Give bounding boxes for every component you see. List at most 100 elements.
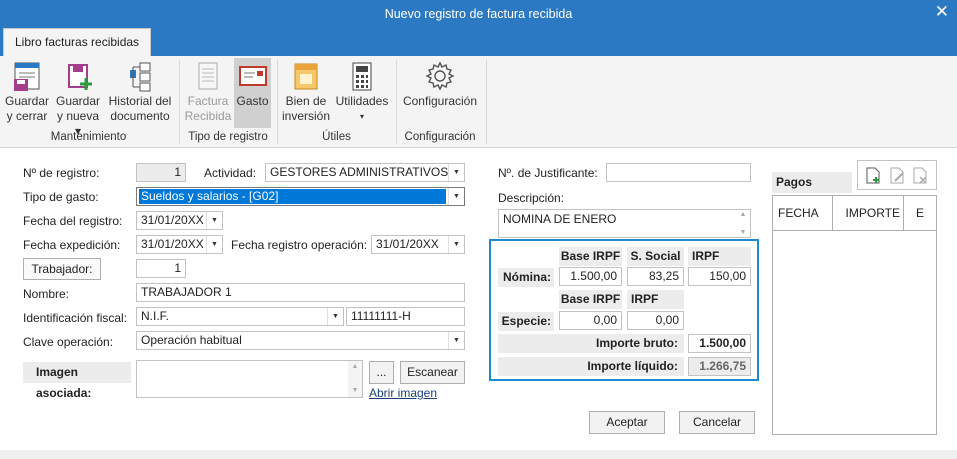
expense-icon [234, 58, 271, 94]
expense-button[interactable]: Gasto [234, 58, 271, 128]
nombre-label: Nombre: [23, 287, 70, 301]
nomina-label: Nómina: [498, 268, 554, 287]
group-mantenimiento: Mantenimiento [50, 131, 127, 143]
especie-header-base: Base IRPF [559, 290, 622, 309]
calculator-icon [334, 58, 390, 94]
delete-document-icon[interactable] [913, 167, 928, 187]
descripcion-field[interactable]: NOMINA DE ENERO ▲ ▼ [498, 209, 751, 238]
importe-liquido-field: 1.266,75 [688, 357, 751, 376]
fecha-expedicion-field[interactable]: 31/01/20XX ▼ [136, 235, 223, 254]
fecha-registro-value: 31/01/20XX [141, 213, 204, 227]
chevron-down-icon[interactable]: ▼ [327, 308, 343, 325]
pagos-title: Pagos [772, 172, 852, 193]
descripcion-value: NOMINA DE ENERO [503, 212, 617, 226]
asset-icon [281, 58, 331, 94]
gear-icon [400, 58, 480, 94]
pagos-col-fecha[interactable]: FECHA [773, 196, 833, 231]
save-new-line1: Guardar [55, 94, 101, 108]
identificacion-type-value: N.I.F. [141, 309, 170, 323]
nombre-field[interactable]: TRABAJADOR 1 [136, 283, 465, 302]
justificante-field[interactable] [606, 163, 751, 182]
chevron-down-icon[interactable]: ▼ [448, 188, 464, 205]
especie-base-irpf-field[interactable]: 0,00 [559, 311, 622, 330]
clave-label: Clave operación: [23, 335, 114, 349]
actividad-label: Actividad: [204, 166, 257, 180]
identificacion-type-select[interactable]: N.I.F. ▼ [136, 307, 344, 326]
save-close-icon [2, 58, 52, 94]
registro-label: Nº de registro: [23, 166, 100, 180]
ribbon: Guardar y cerrar Guardar y nueva ▾ Histo… [0, 56, 957, 148]
fecha-registro-field[interactable]: 31/01/20XX ▼ [136, 211, 223, 230]
group-divider [486, 60, 487, 144]
identificacion-field[interactable]: 11111111-H [346, 307, 465, 326]
history-button[interactable]: Historial del documento [105, 58, 175, 124]
status-bar [0, 450, 957, 459]
pagos-table[interactable]: FECHA IMPORTE E [772, 195, 937, 435]
chevron-down-icon[interactable]: ▼ [206, 236, 222, 253]
fecha-reg-operacion-value: 31/01/20XX [376, 237, 439, 251]
imagen-label: Imagen asociada: [23, 362, 131, 400]
pagos-col-e[interactable]: E [904, 196, 936, 231]
save-new-button[interactable]: Guardar y nueva ▾ [54, 58, 102, 138]
accept-button[interactable]: Aceptar [589, 411, 665, 434]
nomina-header-base: Base IRPF [559, 247, 622, 266]
nomina-base-irpf-field[interactable]: 1.500,00 [559, 267, 622, 286]
chevron-down-icon[interactable]: ▼ [448, 332, 464, 349]
utilities-button[interactable]: Utilidades ▾ [334, 58, 390, 124]
tipo-gasto-select[interactable]: Sueldos y salarios - [G02] ▼ [136, 187, 465, 206]
chevron-down-icon[interactable]: ▼ [448, 164, 464, 181]
registro-field[interactable]: 1 [136, 163, 186, 182]
nomina-ss-field[interactable]: 83,25 [627, 267, 684, 286]
save-close-line1: Guardar [4, 94, 50, 108]
tab-libro-facturas[interactable]: Libro facturas recibidas [3, 28, 152, 56]
window-title: Nuevo registro de factura recibida [384, 7, 573, 21]
save-close-button[interactable]: Guardar y cerrar [2, 58, 52, 124]
group-utiles: Útiles [322, 131, 351, 143]
scrollbar[interactable]: ▲ ▼ [348, 361, 362, 397]
scrollbar[interactable]: ▲ ▼ [736, 210, 750, 237]
invoice-button[interactable]: Factura Recibida [184, 58, 232, 124]
cancel-button[interactable]: Cancelar [679, 411, 755, 434]
edit-document-icon[interactable] [890, 167, 905, 187]
new-document-icon[interactable] [866, 167, 881, 187]
save-close-line2: y cerrar [6, 109, 48, 123]
clave-select[interactable]: Operación habitual ▼ [136, 331, 465, 350]
trabajador-button[interactable]: Trabajador: [23, 258, 101, 280]
pagos-header-row: FECHA IMPORTE E [773, 196, 936, 231]
browse-button[interactable]: ... [369, 361, 394, 384]
pagos-col-importe[interactable]: IMPORTE [833, 196, 904, 231]
especie-irpf-field[interactable]: 0,00 [627, 311, 684, 330]
justificante-label: Nº. de Justificante: [498, 166, 598, 180]
asset-line1: Bien de [285, 94, 327, 108]
chevron-down-icon[interactable]: ▼ [448, 236, 464, 253]
history-icon [105, 58, 175, 94]
importe-liquido-label: Importe líquido: [498, 357, 684, 376]
chevron-down-icon[interactable]: ▼ [206, 212, 222, 229]
nomina-irpf-field[interactable]: 150,00 [688, 267, 751, 286]
open-image-link[interactable]: Abrir imagen [369, 386, 437, 400]
asset-button[interactable]: Bien de inversión [281, 58, 331, 124]
fecha-reg-operacion-field[interactable]: 31/01/20XX ▼ [371, 235, 465, 254]
fecha-registro-label: Fecha del registro: [23, 214, 123, 228]
imagen-field[interactable]: ▲ ▼ [136, 360, 363, 398]
configuration-label: Configuración [402, 94, 478, 108]
configuration-button[interactable]: Configuración [400, 58, 480, 124]
group-divider [396, 60, 397, 144]
scan-button[interactable]: Escanear [400, 361, 465, 384]
importe-bruto-field[interactable]: 1.500,00 [688, 334, 751, 353]
especie-header-irpf: IRPF [627, 290, 684, 309]
actividad-select[interactable]: GESTORES ADMINISTRATIVOS ▼ [265, 163, 465, 182]
fecha-expedicion-label: Fecha expedición: [23, 238, 121, 252]
group-tipo-registro: Tipo de registro [188, 131, 268, 143]
actividad-value: GESTORES ADMINISTRATIVOS [270, 165, 449, 179]
history-line1: Historial del [108, 94, 172, 108]
close-icon[interactable]: ✕ [935, 3, 949, 21]
fecha-reg-operacion-label: Fecha registro operación: [231, 238, 368, 252]
clave-value: Operación habitual [141, 333, 242, 347]
identificacion-label: Identificación fiscal: [23, 311, 128, 325]
utilities-line1: Utilidades [335, 94, 389, 108]
importe-bruto-label: Importe bruto: [498, 334, 684, 353]
trabajador-field[interactable]: 1 [136, 259, 186, 278]
group-configuracion: Configuración [404, 131, 476, 143]
especie-label: Especie: [498, 312, 554, 331]
